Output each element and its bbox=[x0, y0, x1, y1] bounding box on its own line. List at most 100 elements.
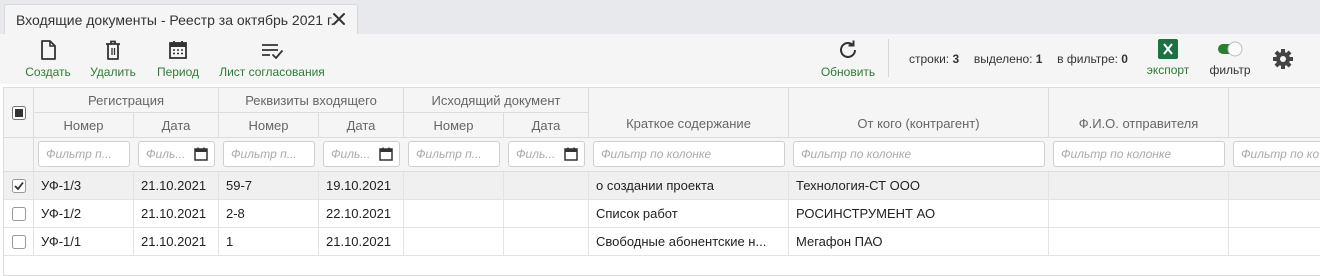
period-label: Период bbox=[156, 65, 200, 79]
filter-input-reg-number[interactable]: Фильтр п... bbox=[38, 141, 130, 167]
filter-input-in-number[interactable]: Фильтр п... bbox=[223, 141, 315, 167]
row-checkbox[interactable] bbox=[12, 206, 26, 221]
cell-reg-number[interactable]: УФ-1/1 bbox=[34, 228, 134, 255]
filter-input-reg-date[interactable]: Филь... bbox=[138, 141, 215, 167]
cell-out-date[interactable] bbox=[504, 228, 589, 255]
group-header-outgoing-document: Исходящий документ bbox=[404, 88, 589, 113]
cell-reg-number[interactable]: УФ-1/3 bbox=[34, 172, 134, 199]
gear-icon[interactable] bbox=[1272, 48, 1294, 70]
cell-sender-name[interactable] bbox=[1049, 172, 1229, 199]
filter-placeholder: Филь... bbox=[331, 147, 371, 161]
cell-out-date[interactable] bbox=[504, 172, 589, 199]
table-row[interactable]: УФ-1/3 21.10.2021 59-7 19.10.2021 о создании… bbox=[4, 172, 1320, 200]
cell-next[interactable] bbox=[1229, 228, 1320, 255]
toggle-switch-icon bbox=[1218, 41, 1243, 57]
filter-input-next[interactable]: Фильтр по ко bbox=[1233, 141, 1320, 167]
selected-count-label: выделено: bbox=[973, 52, 1033, 66]
export-label: экспорт bbox=[1146, 63, 1190, 77]
tab-bar: Входящие документы - Реестр за октябрь 2… bbox=[0, 0, 1320, 34]
cell-reg-date[interactable]: 21.10.2021 bbox=[134, 172, 219, 199]
cell-reg-number[interactable]: УФ-1/2 bbox=[34, 200, 134, 227]
refresh-label: Обновить bbox=[820, 65, 876, 79]
toolbar-divider bbox=[888, 39, 889, 77]
cell-out-number[interactable] bbox=[404, 172, 504, 199]
delete-button[interactable]: Удалить bbox=[88, 39, 138, 81]
filter-input-summary[interactable]: Фильтр по колонке bbox=[593, 141, 785, 167]
tab-incoming-documents[interactable]: Входящие документы - Реестр за октябрь 2… bbox=[4, 4, 358, 34]
select-all-cell bbox=[4, 88, 34, 138]
close-icon[interactable] bbox=[331, 11, 347, 27]
cell-out-number[interactable] bbox=[404, 228, 504, 255]
col-header-summary[interactable]: Краткое содержание bbox=[589, 88, 789, 138]
col-header-out-number[interactable]: Номер bbox=[404, 113, 504, 138]
cell-sender-name[interactable] bbox=[1049, 228, 1229, 255]
cell-summary[interactable]: о создании проекта bbox=[589, 172, 789, 199]
calendar-icon[interactable] bbox=[564, 147, 578, 161]
cell-reg-date[interactable]: 21.10.2021 bbox=[134, 228, 219, 255]
cell-sender-name[interactable] bbox=[1049, 200, 1229, 227]
cell-summary[interactable]: Свободные абонентские н... bbox=[589, 228, 789, 255]
row-select-cell bbox=[4, 200, 34, 227]
row-select-cell bbox=[4, 172, 34, 199]
grid-header: Регистрация Реквизиты входящего Исходящи… bbox=[4, 88, 1320, 172]
row-select-cell bbox=[4, 228, 34, 255]
filter-input-sender-name[interactable]: Фильтр по колонке bbox=[1053, 141, 1225, 167]
tab-title: Входящие документы - Реестр за октябрь 2… bbox=[16, 11, 335, 28]
cell-reg-date[interactable]: 21.10.2021 bbox=[134, 200, 219, 227]
cell-sender[interactable]: РОСИНСТРУМЕНТ АО bbox=[789, 200, 1049, 227]
col-header-out-date[interactable]: Дата bbox=[504, 113, 589, 138]
cell-next[interactable] bbox=[1229, 200, 1320, 227]
cell-out-date[interactable] bbox=[504, 200, 589, 227]
cell-next[interactable] bbox=[1229, 172, 1320, 199]
filter-placeholder: Филь... bbox=[146, 147, 186, 161]
filter-input-out-date[interactable]: Филь... bbox=[508, 141, 585, 167]
create-button[interactable]: Создать bbox=[24, 39, 72, 81]
select-all-checkbox[interactable] bbox=[11, 105, 26, 120]
filter-row-spacer bbox=[4, 138, 34, 172]
approval-sheet-button[interactable]: Лист согласования bbox=[217, 39, 327, 81]
calendar-icon[interactable] bbox=[194, 147, 208, 161]
col-header-reg-number[interactable]: Номер bbox=[34, 113, 134, 138]
calendar-icon[interactable] bbox=[379, 147, 393, 161]
cell-in-number[interactable]: 59-7 bbox=[219, 172, 319, 199]
grid-stats: строки: 3 выделено: 1 в фильтре: 0 bbox=[909, 52, 1128, 66]
table-row[interactable]: УФ-1/1 21.10.2021 1 21.10.2021 Свободные або… bbox=[4, 228, 1320, 256]
group-header-registration: Регистрация bbox=[34, 88, 219, 113]
cell-out-number[interactable] bbox=[404, 200, 504, 227]
trash-icon bbox=[106, 40, 120, 60]
rows-count-label: строки: bbox=[909, 52, 950, 66]
table-row[interactable]: УФ-1/2 21.10.2021 2-8 22.10.2021 Список рабо… bbox=[4, 200, 1320, 228]
filter-input-in-date[interactable]: Филь... bbox=[323, 141, 400, 167]
col-header-in-date[interactable]: Дата bbox=[319, 113, 404, 138]
cell-sender[interactable]: Мегафон ПАО bbox=[789, 228, 1049, 255]
cell-in-date[interactable]: 22.10.2021 bbox=[319, 200, 404, 227]
col-header-next bbox=[1229, 88, 1320, 138]
documents-grid: Регистрация Реквизиты входящего Исходящи… bbox=[3, 87, 1320, 276]
col-header-sender[interactable]: От кого (контрагент) bbox=[789, 88, 1049, 138]
delete-label: Удалить bbox=[90, 65, 136, 79]
filter-input-sender[interactable]: Фильтр по колонке bbox=[793, 141, 1045, 167]
filter-label: фильтр bbox=[1209, 63, 1251, 77]
filter-placeholder: Филь... bbox=[516, 147, 556, 161]
refresh-button[interactable]: Обновить bbox=[818, 39, 878, 81]
cell-sender[interactable]: Технология-СТ ООО bbox=[789, 172, 1049, 199]
refresh-icon bbox=[840, 40, 856, 58]
period-button[interactable]: Период bbox=[154, 39, 202, 81]
row-checkbox[interactable] bbox=[12, 178, 26, 193]
col-header-in-number[interactable]: Номер bbox=[219, 113, 319, 138]
checklist-icon bbox=[262, 44, 283, 59]
filtered-count-label: в фильтре: bbox=[1057, 52, 1118, 66]
cell-in-number[interactable]: 2-8 bbox=[219, 200, 319, 227]
group-header-incoming-details: Реквизиты входящего bbox=[219, 88, 404, 113]
col-header-sender-name[interactable]: Ф.И.О. отправителя bbox=[1049, 88, 1229, 138]
export-button[interactable]: экспорт bbox=[1144, 39, 1192, 81]
cell-in-date[interactable]: 21.10.2021 bbox=[319, 228, 404, 255]
filter-toggle[interactable]: фильтр bbox=[1206, 39, 1254, 81]
cell-in-number[interactable]: 1 bbox=[219, 228, 319, 255]
cell-summary[interactable]: Список работ bbox=[589, 200, 789, 227]
calendar-icon bbox=[169, 41, 187, 59]
cell-in-date[interactable]: 19.10.2021 bbox=[319, 172, 404, 199]
col-header-reg-date[interactable]: Дата bbox=[134, 113, 219, 138]
row-checkbox[interactable] bbox=[12, 234, 26, 249]
filter-input-out-number[interactable]: Фильтр п... bbox=[408, 141, 500, 167]
